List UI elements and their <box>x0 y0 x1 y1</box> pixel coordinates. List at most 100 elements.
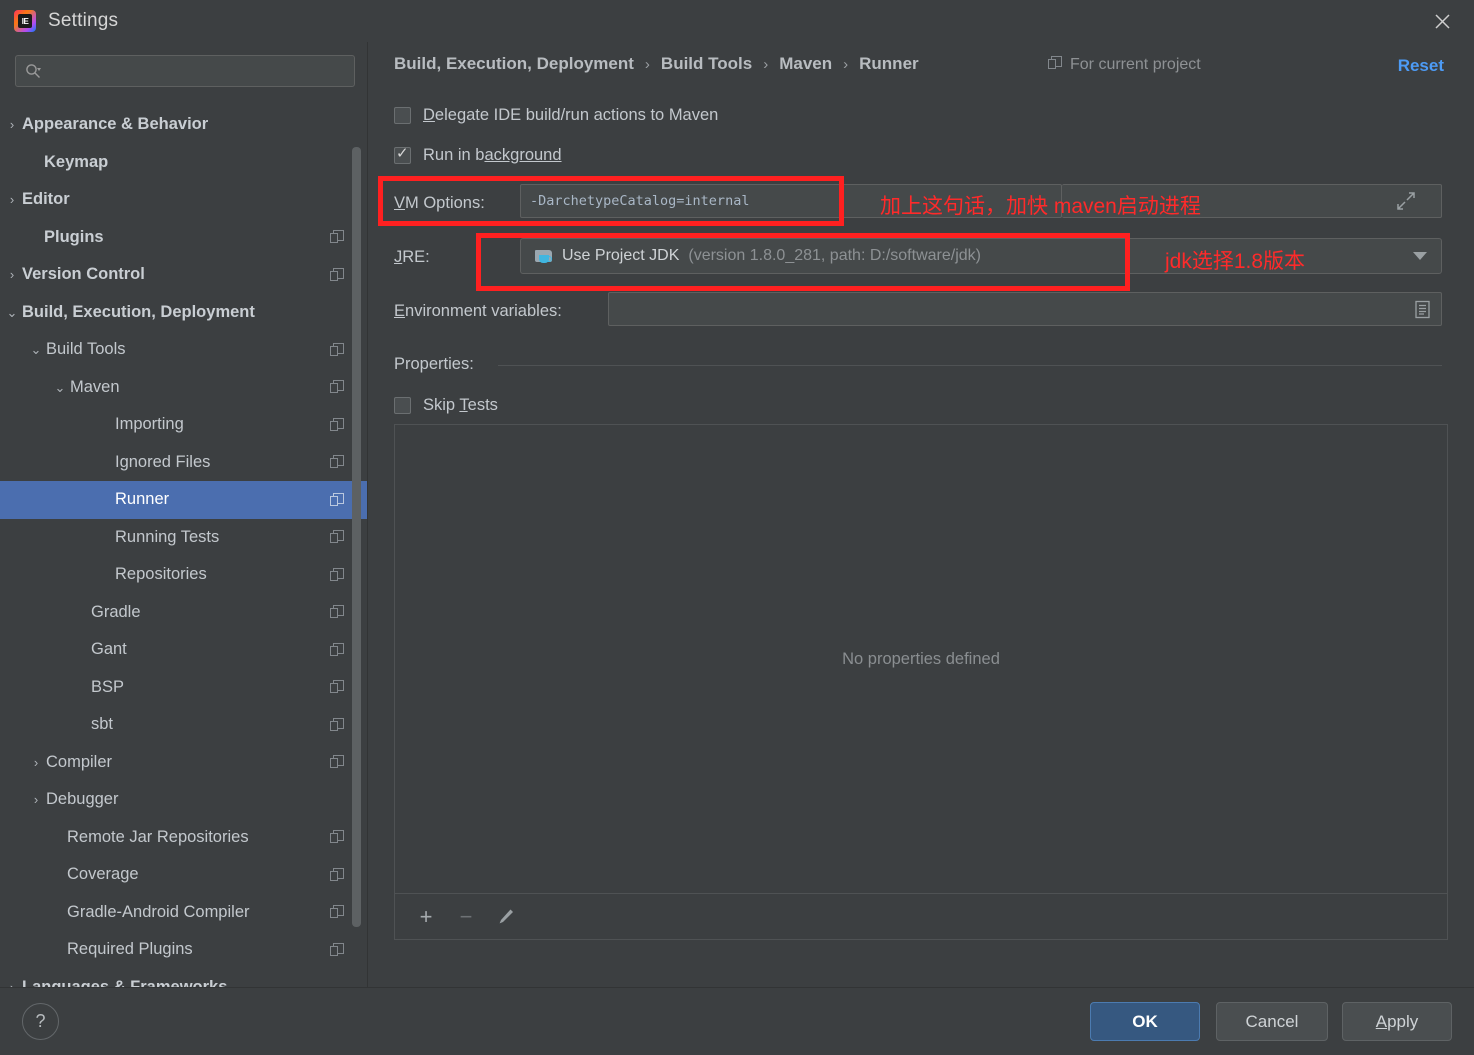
sidebar-item-bsp[interactable]: BSP <box>0 669 368 707</box>
project-scope-icon <box>330 755 344 769</box>
add-property-button[interactable]: + <box>409 900 443 934</box>
list-editor-icon[interactable] <box>1408 294 1436 324</box>
search-wrapper <box>0 42 368 87</box>
project-scope-icon <box>330 680 344 694</box>
title-bar: IE Settings <box>0 0 1474 42</box>
project-scope-icon <box>1048 56 1062 72</box>
env-variables-input[interactable] <box>608 292 1442 326</box>
sidebar-item-version-control[interactable]: › Version Control <box>0 256 368 294</box>
sidebar-item-importing[interactable]: Importing <box>0 406 368 444</box>
settings-tree: › Appearance & Behavior Keymap › Editor Plugi… <box>0 100 368 987</box>
chevron-right-icon[interactable]: › <box>26 756 46 769</box>
sidebar-item-build-execution-deployment[interactable]: ⌄ Build, Execution, Deployment <box>0 294 368 332</box>
sidebar-item-label: Keymap <box>44 152 109 171</box>
breadcrumb-item-3: Runner <box>859 54 919 73</box>
sidebar-item-label: Languages & Frameworks <box>22 977 228 987</box>
close-icon[interactable] <box>1410 0 1474 42</box>
sidebar-item-maven[interactable]: ⌄ Maven <box>0 369 368 407</box>
project-scope-icon <box>330 942 344 957</box>
sidebar-item-languages-frameworks[interactable]: ›Languages & Frameworks <box>0 969 368 987</box>
apply-button[interactable]: Apply <box>1342 1002 1452 1041</box>
breadcrumb-item-0[interactable]: Build, Execution, Deployment <box>394 54 634 74</box>
sidebar-item-build-tools[interactable]: ⌄ Build Tools <box>0 331 368 369</box>
env-variables-label: Environment variables: <box>394 302 562 320</box>
jre-value-main: Use Project JDK <box>562 247 680 264</box>
sidebar-item-repositories[interactable]: Repositories <box>0 556 368 594</box>
project-scope-icon <box>330 530 344 544</box>
search-box[interactable] <box>15 55 355 87</box>
jdk-folder-icon <box>535 249 553 264</box>
sidebar-item-label: Remote Jar Repositories <box>67 827 249 846</box>
sidebar-item-sbt[interactable]: sbt <box>0 706 368 744</box>
skip-tests-checkbox[interactable] <box>394 397 411 414</box>
sidebar-item-keymap[interactable]: Keymap <box>0 144 368 182</box>
sidebar-item-running-tests[interactable]: Running Tests <box>0 519 368 557</box>
delegate-build-checkbox-row[interactable]: Delegate IDE build/run actions to Maven <box>394 106 718 125</box>
dialog-footer: ? OK Cancel Apply <box>0 987 1474 1055</box>
expand-arrows-icon[interactable] <box>1376 184 1436 218</box>
sidebar-item-plugins[interactable]: Plugins <box>0 219 368 257</box>
sidebar-item-label: Repositories <box>115 565 207 584</box>
properties-table[interactable]: No properties defined <box>394 424 1448 894</box>
project-scope-icon <box>330 492 344 507</box>
skip-tests-checkbox-row[interactable]: Skip Tests <box>394 396 498 415</box>
chevron-right-icon: › <box>644 55 650 73</box>
ok-button[interactable]: OK <box>1090 1002 1200 1041</box>
reset-link[interactable]: Reset <box>1398 56 1444 76</box>
sidebar-item-gradle-android-compiler[interactable]: Gradle-Android Compiler <box>0 894 368 932</box>
sidebar-item-appearance-behavior[interactable]: › Appearance & Behavior <box>0 106 368 144</box>
remove-property-button[interactable]: − <box>449 900 483 934</box>
cancel-button[interactable]: Cancel <box>1216 1002 1328 1041</box>
scope-note: For current project <box>1048 56 1201 74</box>
sidebar-item-label: Compiler <box>46 752 113 771</box>
sidebar-item-label: BSP <box>91 677 125 696</box>
sidebar-item-label: Appearance & Behavior <box>22 115 209 134</box>
jre-value: Use Project JDK (version 1.8.0_281, path… <box>521 247 981 265</box>
breadcrumb-item-1[interactable]: Build Tools <box>661 54 752 74</box>
settings-sidebar: › Appearance & Behavior Keymap › Editor Plugi… <box>0 42 368 987</box>
chevron-right-icon: › <box>843 55 849 73</box>
sidebar-item-debugger[interactable]: › Debugger <box>0 781 368 819</box>
sidebar-item-gradle[interactable]: Gradle <box>0 594 368 632</box>
chevron-down-icon[interactable]: ⌄ <box>26 343 46 356</box>
sidebar-item-remote-jar-repositories[interactable]: Remote Jar Repositories <box>0 819 368 857</box>
sidebar-item-label: Build, Execution, Deployment <box>22 302 255 321</box>
project-scope-icon <box>330 267 344 282</box>
project-scope-icon <box>330 605 344 619</box>
sidebar-item-label: Runner <box>115 490 170 509</box>
sidebar-scrollbar[interactable] <box>352 147 361 927</box>
logo-text: IE <box>18 14 32 28</box>
help-button[interactable]: ? <box>22 1003 59 1040</box>
chevron-down-icon[interactable]: ⌄ <box>50 381 70 394</box>
chevron-down-icon[interactable]: ⌄ <box>2 306 22 319</box>
sidebar-item-label: Gradle <box>91 602 141 621</box>
sidebar-item-label: Gradle-Android Compiler <box>67 902 250 921</box>
skip-tests-label: Skip Tests <box>423 396 498 414</box>
sidebar-item-required-plugins[interactable]: Required Plugins <box>0 931 368 969</box>
chevron-right-icon[interactable]: › <box>2 118 22 131</box>
sidebar-item-label: Editor <box>22 190 70 209</box>
sidebar-item-label: Running Tests <box>115 527 220 546</box>
delegate-build-label: Delegate IDE build/run actions to Maven <box>423 106 719 124</box>
chevron-right-icon[interactable]: › <box>2 193 22 206</box>
sidebar-item-coverage[interactable]: Coverage <box>0 856 368 894</box>
chevron-right-icon[interactable]: › <box>26 793 46 806</box>
project-scope-icon <box>330 380 344 394</box>
chevron-down-icon[interactable] <box>1413 252 1427 260</box>
breadcrumb: Build, Execution, Deployment › Build Too… <box>394 54 919 74</box>
sidebar-item-label: Gant <box>91 640 127 659</box>
search-input[interactable] <box>41 63 354 79</box>
sidebar-item-compiler[interactable]: › Compiler <box>0 744 368 782</box>
run-in-background-checkbox-row[interactable]: Run in background <box>394 144 562 165</box>
chevron-right-icon[interactable]: › <box>2 268 22 281</box>
breadcrumb-item-2[interactable]: Maven <box>779 54 832 74</box>
sidebar-item-ignored-files[interactable]: Ignored Files <box>0 444 368 482</box>
sidebar-item-gant[interactable]: Gant <box>0 631 368 669</box>
vm-options-annotation-text: 加上这句话，加快 maven启动进程 <box>880 195 1201 218</box>
sidebar-item-runner[interactable]: Runner <box>0 481 368 519</box>
project-scope-icon <box>330 905 344 919</box>
sidebar-item-editor[interactable]: › Editor <box>0 181 368 219</box>
run-in-background-checkbox[interactable] <box>394 144 411 164</box>
delegate-build-checkbox[interactable] <box>394 107 411 124</box>
pencil-icon[interactable] <box>489 900 523 934</box>
